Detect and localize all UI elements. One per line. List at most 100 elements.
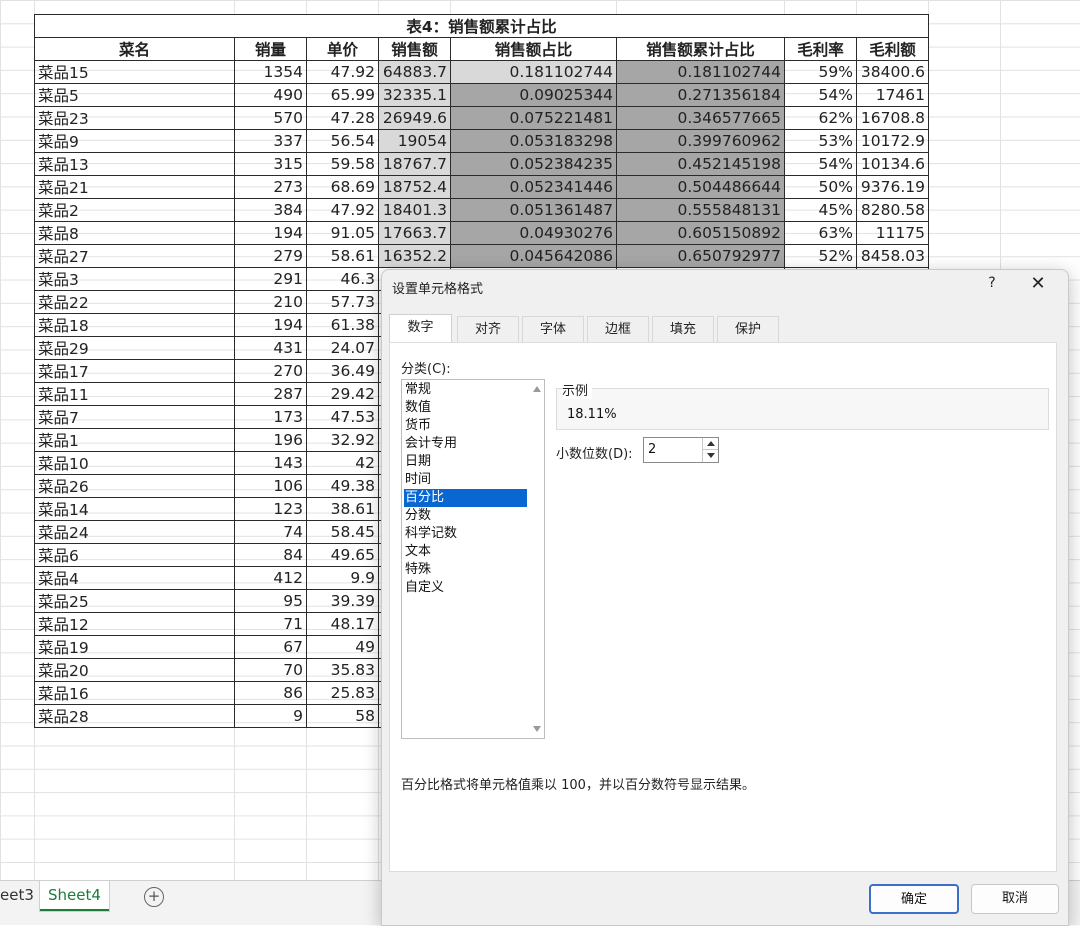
table-cell[interactable]: 菜品5: [34, 83, 235, 107]
spin-up-button[interactable]: [702, 438, 718, 450]
ok-button[interactable]: 确定: [869, 884, 959, 914]
table-cell[interactable]: 56.54: [306, 129, 379, 153]
table-cell[interactable]: 315: [234, 152, 307, 176]
table-cell[interactable]: 47.92: [306, 60, 379, 84]
table-cell[interactable]: 18752.4: [378, 175, 451, 199]
table-cell[interactable]: 36.49: [306, 359, 379, 383]
cancel-button[interactable]: 取消: [971, 884, 1059, 914]
table-cell[interactable]: 菜品22: [34, 290, 235, 314]
table-cell[interactable]: 173: [234, 405, 307, 429]
table-cell[interactable]: 菜品24: [34, 520, 235, 544]
sheet-tab-sheet3[interactable]: eet3: [0, 881, 42, 909]
scroll-down-icon[interactable]: [533, 726, 541, 732]
table-cell[interactable]: 0.650792977: [616, 244, 785, 268]
category-item[interactable]: 日期: [404, 453, 527, 471]
table-cell[interactable]: 71: [234, 612, 307, 636]
table-cell[interactable]: 287: [234, 382, 307, 406]
table-cell[interactable]: 0.452145198: [616, 152, 785, 176]
table-cell[interactable]: 0.09025344: [450, 83, 617, 107]
table-cell[interactable]: 0.504486644: [616, 175, 785, 199]
tab-font[interactable]: 字体: [522, 316, 584, 342]
table-cell[interactable]: 95: [234, 589, 307, 613]
category-item[interactable]: 数值: [404, 399, 527, 417]
category-item[interactable]: 常规: [404, 381, 527, 399]
category-item[interactable]: 分数: [404, 507, 527, 525]
table-cell[interactable]: 菜品9: [34, 129, 235, 153]
table-cell[interactable]: 68.69: [306, 175, 379, 199]
table-cell[interactable]: 59%: [784, 60, 857, 84]
table-cell[interactable]: 18401.3: [378, 198, 451, 222]
table-cell[interactable]: 64883.7: [378, 60, 451, 84]
table-cell[interactable]: 16352.2: [378, 244, 451, 268]
table-cell[interactable]: 菜品3: [34, 267, 235, 291]
table-cell[interactable]: 菜品16: [34, 681, 235, 705]
table-cell[interactable]: 29.42: [306, 382, 379, 406]
table-cell[interactable]: 86: [234, 681, 307, 705]
table-cell[interactable]: 38400.6: [856, 60, 929, 84]
table-cell[interactable]: 65.99: [306, 83, 379, 107]
table-cell[interactable]: 菜品23: [34, 106, 235, 130]
table-cell[interactable]: 0.399760962: [616, 129, 785, 153]
table-cell[interactable]: 菜品28: [34, 704, 235, 728]
column-header[interactable]: 销量: [234, 37, 307, 61]
table-cell[interactable]: 54%: [784, 152, 857, 176]
table-cell[interactable]: 菜品20: [34, 658, 235, 682]
table-cell[interactable]: 18767.7: [378, 152, 451, 176]
table-cell[interactable]: 菜品6: [34, 543, 235, 567]
category-item[interactable]: 科学记数: [404, 525, 527, 543]
decimal-places-value[interactable]: 2: [648, 442, 656, 457]
table-cell[interactable]: 0.181102744: [450, 60, 617, 84]
category-item[interactable]: 会计专用: [404, 435, 527, 453]
table-cell[interactable]: 39.39: [306, 589, 379, 613]
table-cell[interactable]: 10134.6: [856, 152, 929, 176]
table-cell[interactable]: 0.045642086: [450, 244, 617, 268]
table-cell[interactable]: 194: [234, 313, 307, 337]
table-cell[interactable]: 0.271356184: [616, 83, 785, 107]
table-cell[interactable]: 菜品21: [34, 175, 235, 199]
category-item[interactable]: 文本: [404, 543, 527, 561]
table-cell[interactable]: 0.181102744: [616, 60, 785, 84]
tab-protection[interactable]: 保护: [717, 316, 779, 342]
table-cell[interactable]: 54%: [784, 83, 857, 107]
column-header[interactable]: 销售额占比: [450, 37, 617, 61]
table-cell[interactable]: 47.53: [306, 405, 379, 429]
table-cell[interactable]: 337: [234, 129, 307, 153]
add-sheet-icon[interactable]: +: [144, 887, 164, 907]
table-cell[interactable]: 1354: [234, 60, 307, 84]
table-cell[interactable]: 49: [306, 635, 379, 659]
table-cell[interactable]: 19054: [378, 129, 451, 153]
table-cell[interactable]: 47.92: [306, 198, 379, 222]
table-cell[interactable]: 24.07: [306, 336, 379, 360]
table-cell[interactable]: 431: [234, 336, 307, 360]
table-cell[interactable]: 50%: [784, 175, 857, 199]
table-cell[interactable]: 9: [234, 704, 307, 728]
table-cell[interactable]: 17461: [856, 83, 929, 107]
table-cell[interactable]: 菜品10: [34, 451, 235, 475]
table-cell[interactable]: 0.075221481: [450, 106, 617, 130]
tab-border[interactable]: 边框: [587, 316, 649, 342]
table-cell[interactable]: 48.17: [306, 612, 379, 636]
spin-down-button[interactable]: [702, 450, 718, 462]
table-cell[interactable]: 196: [234, 428, 307, 452]
table-cell[interactable]: 菜品25: [34, 589, 235, 613]
table-cell[interactable]: 67: [234, 635, 307, 659]
table-cell[interactable]: 47.28: [306, 106, 379, 130]
table-cell[interactable]: 菜品12: [34, 612, 235, 636]
table-cell[interactable]: 63%: [784, 221, 857, 245]
table-cell[interactable]: 70: [234, 658, 307, 682]
table-cell[interactable]: 0.605150892: [616, 221, 785, 245]
table-cell[interactable]: 123: [234, 497, 307, 521]
table-cell[interactable]: 菜品13: [34, 152, 235, 176]
table-cell[interactable]: 58.61: [306, 244, 379, 268]
column-header[interactable]: 销售额: [378, 37, 451, 61]
table-cell[interactable]: 194: [234, 221, 307, 245]
table-cell[interactable]: 菜品18: [34, 313, 235, 337]
table-cell[interactable]: 菜品11: [34, 382, 235, 406]
table-cell[interactable]: 273: [234, 175, 307, 199]
table-cell[interactable]: 42: [306, 451, 379, 475]
table-cell[interactable]: 菜品26: [34, 474, 235, 498]
table-cell[interactable]: 210: [234, 290, 307, 314]
scroll-up-icon[interactable]: [533, 386, 541, 392]
table-cell[interactable]: 菜品8: [34, 221, 235, 245]
table-cell[interactable]: 57.73: [306, 290, 379, 314]
